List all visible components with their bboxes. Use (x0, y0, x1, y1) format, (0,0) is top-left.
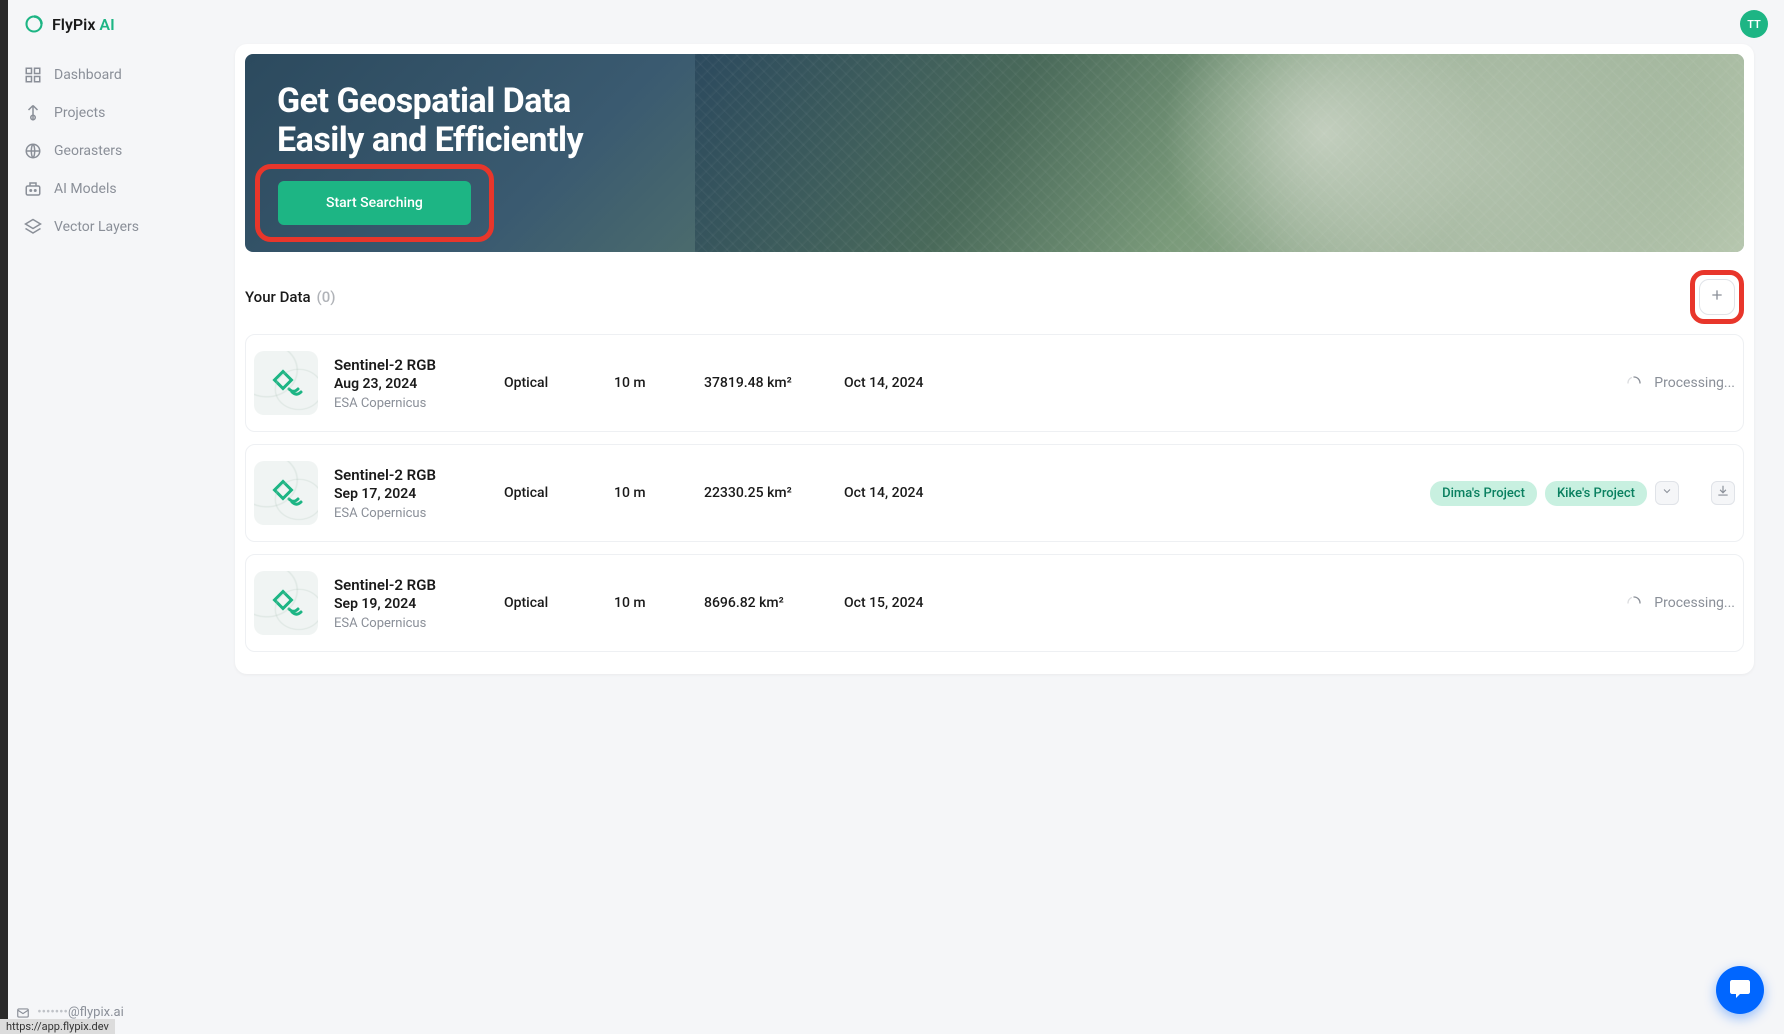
plus-icon (1709, 287, 1725, 307)
data-thumbnail (254, 571, 318, 635)
spinner-icon (1626, 595, 1642, 611)
data-resolution: 10 m (614, 485, 704, 501)
data-title: Sentinel-2 RGB (334, 466, 504, 484)
data-list: Sentinel-2 RGB Aug 23, 2024 ESA Copernic… (235, 334, 1754, 674)
section-header: Your Data (0) (235, 262, 1754, 334)
sidebar-item-georasters[interactable]: Georasters (8, 132, 233, 170)
data-info: Sentinel-2 RGB Sep 19, 2024 ESA Copernic… (334, 576, 504, 631)
data-created: Oct 14, 2024 (844, 375, 1124, 391)
data-row[interactable]: Sentinel-2 RGB Sep 17, 2024 ESA Copernic… (245, 444, 1744, 542)
data-source: ESA Copernicus (334, 616, 504, 631)
add-data-button[interactable] (1699, 279, 1735, 315)
georasters-icon (24, 142, 42, 160)
data-resolution: 10 m (614, 595, 704, 611)
project-tag[interactable]: Kike's Project (1545, 481, 1647, 506)
sidebar-item-label: Vector Layers (54, 219, 139, 235)
sidebar-item-label: Projects (54, 105, 105, 121)
sidebar-item-label: Dashboard (54, 67, 122, 83)
data-title: Sentinel-2 RGB (334, 356, 504, 374)
processing-status: Processing... (1626, 375, 1735, 391)
footer-email: •••••••@flypix.ai (16, 1005, 124, 1020)
sidebar-item-label: Georasters (54, 143, 122, 159)
hero-title: Get Geospatial Data Easily and Efficient… (277, 82, 583, 160)
data-status: Processing... (1124, 375, 1735, 391)
header: FlyPix AI TT (8, 0, 1784, 48)
data-type: Optical (504, 485, 614, 501)
data-source: ESA Copernicus (334, 506, 504, 521)
data-date: Sep 17, 2024 (334, 486, 504, 502)
data-row[interactable]: Sentinel-2 RGB Sep 19, 2024 ESA Copernic… (245, 554, 1744, 652)
sidebar-item-label: AI Models (54, 181, 117, 197)
spinner-icon (1626, 375, 1642, 391)
data-thumbnail (254, 351, 318, 415)
project-tag[interactable]: Dima's Project (1430, 481, 1537, 506)
avatar[interactable]: TT (1740, 10, 1768, 38)
hero-button-highlight: Start Searching (255, 164, 494, 242)
add-button-highlight (1690, 270, 1744, 324)
hero-content: Get Geospatial Data Easily and Efficient… (277, 82, 583, 160)
sidebar-item-vectorlayers[interactable]: Vector Layers (8, 208, 233, 246)
data-thumbnail (254, 461, 318, 525)
data-status: Processing... (1124, 595, 1735, 611)
logo[interactable]: FlyPix AI (24, 14, 115, 34)
start-searching-button[interactable]: Start Searching (278, 181, 471, 225)
data-info: Sentinel-2 RGB Aug 23, 2024 ESA Copernic… (334, 356, 504, 411)
download-button[interactable] (1711, 481, 1735, 505)
data-title: Sentinel-2 RGB (334, 576, 504, 594)
main-content: Get Geospatial Data Easily and Efficient… (235, 44, 1754, 674)
aimodels-icon (24, 180, 42, 198)
data-created: Oct 14, 2024 (844, 485, 1124, 501)
sidebar-item-dashboard[interactable]: Dashboard (8, 56, 233, 94)
data-resolution: 10 m (614, 375, 704, 391)
sidebar: Dashboard Projects Georasters AI Models … (8, 48, 233, 254)
data-area: 37819.48 km² (704, 375, 844, 391)
download-icon (1716, 484, 1730, 502)
data-date: Sep 19, 2024 (334, 596, 504, 612)
projects-icon (24, 104, 42, 122)
browser-status-tip: https://app.flypix.dev (0, 1019, 115, 1034)
data-source: ESA Copernicus (334, 396, 504, 411)
chat-button[interactable] (1716, 966, 1764, 1014)
data-created: Oct 15, 2024 (844, 595, 1124, 611)
hero-banner: Get Geospatial Data Easily and Efficient… (245, 54, 1744, 252)
chat-icon (1728, 976, 1752, 1004)
processing-status: Processing... (1626, 595, 1735, 611)
vectorlayers-icon (24, 218, 42, 236)
hero-satellite-image (695, 54, 1744, 252)
data-type: Optical (504, 375, 614, 391)
data-area: 22330.25 km² (704, 485, 844, 501)
logo-text: FlyPix AI (52, 15, 115, 34)
chevron-down-icon (1661, 485, 1673, 501)
data-status: Dima's Project Kike's Project (1124, 481, 1735, 506)
left-edge-strip (0, 0, 8, 1034)
data-date: Aug 23, 2024 (334, 376, 504, 392)
dashboard-icon (24, 66, 42, 84)
logo-icon (24, 14, 44, 34)
sidebar-item-projects[interactable]: Projects (8, 94, 233, 132)
data-area: 8696.82 km² (704, 595, 844, 611)
data-row[interactable]: Sentinel-2 RGB Aug 23, 2024 ESA Copernic… (245, 334, 1744, 432)
sidebar-item-aimodels[interactable]: AI Models (8, 170, 233, 208)
data-info: Sentinel-2 RGB Sep 17, 2024 ESA Copernic… (334, 466, 504, 521)
data-type: Optical (504, 595, 614, 611)
expand-tags-button[interactable] (1655, 481, 1679, 505)
section-title: Your Data (0) (245, 288, 336, 306)
